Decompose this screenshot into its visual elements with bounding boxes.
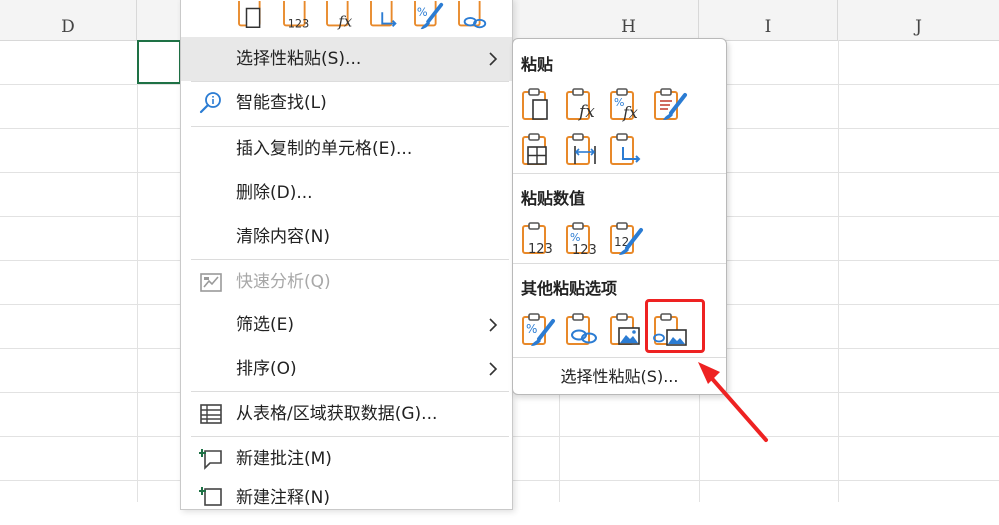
menu-item-label: 快速分析(Q): [236, 272, 331, 292]
menu-item-new-comment[interactable]: 新建批注(M): [181, 437, 512, 481]
svg-text:123: 123: [528, 242, 553, 256]
menu-item-clear-contents[interactable]: 清除内容(N): [181, 215, 512, 259]
chevron-right-icon: [489, 52, 498, 66]
paste-formatting-icon[interactable]: %: [413, 1, 447, 31]
new-note-icon: [199, 487, 222, 506]
selected-cell[interactable]: [137, 40, 181, 84]
menu-item-label: 删除(D)...: [236, 183, 313, 203]
table-icon: [200, 404, 222, 424]
smart-lookup-icon: [199, 92, 221, 114]
menu-item-label: 排序(O): [236, 359, 297, 379]
section-heading-paste-values: 粘贴数值: [521, 189, 586, 208]
paste-keep-source-formatting-icon[interactable]: [652, 86, 688, 122]
chevron-right-icon: [489, 318, 498, 332]
section-heading-paste: 粘贴: [521, 55, 554, 74]
menu-item-quick-analysis[interactable]: 快速分析(Q): [181, 260, 512, 304]
column-header-h[interactable]: H: [559, 0, 699, 40]
menu-item-label: 从表格/区域获取数据(G)...: [236, 404, 438, 424]
menu-item-label: 清除内容(N): [236, 227, 330, 247]
menu-item-sort[interactable]: 排序(O): [181, 347, 512, 391]
svg-text:fx: fx: [337, 12, 353, 30]
paste-link-icon[interactable]: [457, 1, 491, 31]
context-menu: 123 fx % 选择性粘贴(S)... 智能查找(L) 插入复制的单元格(E)…: [180, 0, 513, 510]
menu-item-filter[interactable]: 筛选(E): [181, 303, 512, 347]
paste-keep-column-widths-icon[interactable]: [564, 131, 600, 167]
menu-item-insert-copied-cells[interactable]: 插入复制的单元格(E)...: [181, 127, 512, 171]
svg-text:123: 123: [572, 243, 597, 256]
menu-item-label: 新建批注(M): [236, 449, 332, 469]
paste-values-source-formatting-icon[interactable]: 12: [608, 220, 644, 256]
svg-text:fx: fx: [622, 103, 638, 122]
paste-picture-icon[interactable]: [608, 311, 644, 347]
paste-transpose-icon[interactable]: [608, 131, 644, 167]
paste-formulas-icon[interactable]: fx: [564, 86, 600, 122]
menu-item-paste-special[interactable]: 选择性粘贴(S)...: [181, 37, 512, 81]
menu-item-label: 选择性粘贴(S)...: [236, 49, 362, 69]
grid-line: [137, 40, 138, 502]
new-comment-icon: [199, 449, 222, 470]
menu-item-label: 智能查找(L): [236, 93, 327, 113]
section-heading-other-paste-options: 其他粘贴选项: [521, 279, 618, 298]
column-header-i[interactable]: I: [699, 0, 838, 40]
submenu-separator: [513, 357, 726, 358]
paste-options-row: 123 fx %: [181, 1, 512, 33]
paste-icon[interactable]: [237, 1, 271, 31]
menu-item-label: 插入复制的单元格(E)...: [236, 139, 413, 159]
submenu-separator: [513, 263, 726, 264]
menu-item-delete[interactable]: 删除(D)...: [181, 171, 512, 215]
submenu-separator: [513, 173, 726, 174]
menu-item-label: 筛选(E): [236, 315, 295, 335]
highlight-box: [645, 299, 705, 353]
paste-transpose-icon[interactable]: [369, 1, 403, 31]
menu-item-get-data-from-table[interactable]: 从表格/区域获取数据(G)...: [181, 392, 512, 436]
svg-text:fx: fx: [577, 102, 595, 122]
chevron-right-icon: [489, 362, 498, 376]
paste-link-icon[interactable]: [564, 311, 600, 347]
paste-special-link[interactable]: 选择性粘贴(S)...: [513, 360, 726, 394]
paste-icon[interactable]: [520, 86, 556, 122]
paste-formulas-number-format-icon[interactable]: % fx: [608, 86, 644, 122]
menu-item-new-note[interactable]: 新建注释(N): [181, 481, 512, 525]
paste-formatting-icon[interactable]: %: [520, 311, 556, 347]
column-header-j[interactable]: J: [838, 0, 999, 40]
svg-text:%: %: [526, 322, 537, 336]
menu-item-smart-lookup[interactable]: 智能查找(L): [181, 81, 512, 125]
paste-values-icon[interactable]: 123: [520, 220, 556, 256]
paste-formulas-icon[interactable]: fx: [325, 1, 359, 31]
svg-text:%: %: [417, 6, 428, 19]
paste-values-number-format-icon[interactable]: % 123: [564, 220, 600, 256]
paste-no-borders-icon[interactable]: [520, 131, 556, 167]
svg-text:123: 123: [288, 17, 309, 30]
column-header-d[interactable]: D: [0, 0, 137, 40]
quick-analysis-icon: [200, 273, 222, 292]
menu-item-label: 新建注释(N): [236, 488, 330, 508]
grid-line: [838, 40, 839, 502]
paste-values-icon[interactable]: 123: [282, 1, 316, 31]
